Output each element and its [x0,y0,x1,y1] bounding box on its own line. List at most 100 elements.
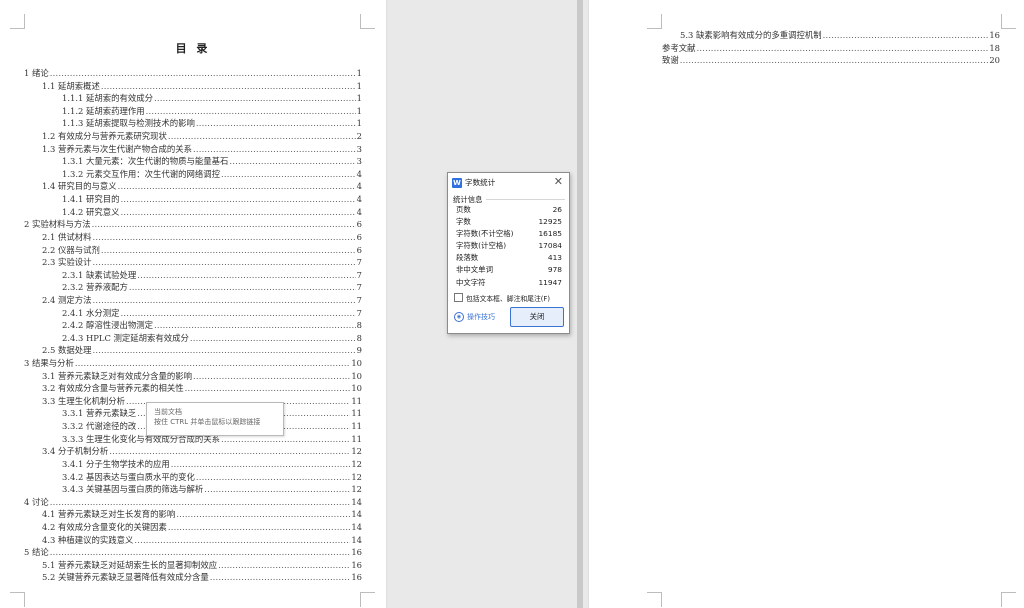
toc-entry-text: 3.2 有效成分含量与营养元素的相关性 [42,383,184,394]
crop-mark [10,14,25,29]
toc-entry[interactable]: 1.4.2 研究意义 4 [24,206,362,219]
toc-list-left: 1 绪论11.1 延胡索概述11.1.1 延胡索的有效成分11.1.2 延胡索药… [24,67,362,584]
toc-entry[interactable]: 1.3 营养元素与次生代谢产物合成的关系 3 [24,143,362,156]
toc-entry[interactable]: 3.4.1 分子生物学技术的应用 12 [24,458,362,471]
toc-entry-text: 1.1.1 延胡索的有效成分 [62,93,153,104]
toc-entry[interactable]: 2 实验材料与方法 6 [24,218,362,231]
toc-entry[interactable]: 1.1 延胡索概述 1 [24,80,362,93]
toc-entry[interactable]: 2.4.2 醇溶性浸出物测定 8 [24,319,362,332]
toc-entry[interactable]: 1.2 有效成分与营养元素研究现状 2 [24,130,362,143]
toc-entry-page: 12 [351,484,362,495]
toc-entry[interactable]: 1.3.1 大量元素：次生代谢的物质与能量基石 3 [24,155,362,168]
toc-entry-page: 6 [356,231,362,242]
toc-dot-leader [697,42,989,55]
toc-entry[interactable]: 3.1 营养元素缺乏对有效成分含量的影响 10 [24,370,362,383]
toc-entry[interactable]: 3.4 分子机制分析 12 [24,445,362,458]
toc-entry-text: 2.3.2 营养液配方 [62,282,128,293]
toc-entry[interactable]: 2.3.2 营养液配方 7 [24,281,362,294]
toc-entry-page: 16 [351,572,362,583]
toc-dot-leader [154,319,356,332]
toc-entry[interactable]: 4.3 种植建议的实践意义 14 [24,534,362,547]
toc-entry[interactable]: 3.2 有效成分含量与营养元素的相关性 10 [24,382,362,395]
toc-entry[interactable]: 2.4.3 HPLC 测定延胡索有效成分 8 [24,332,362,345]
toc-entry-page: 9 [356,345,362,356]
toc-entry[interactable]: 1.4 研究目的与意义 4 [24,180,362,193]
toc-dot-leader [168,130,356,143]
checkbox-icon[interactable] [454,293,463,303]
toc-entry-text: 5 结论 [24,547,49,558]
toc-entry[interactable]: 2.4.1 水分测定 7 [24,307,362,320]
toc-entry-page: 7 [356,307,362,318]
toc-entry-text: 4.2 有效成分含量变化的关键因素 [42,521,167,532]
toc-entry[interactable]: 5.3 缺素影响有效成分的多重调控机制 16 [662,29,1000,42]
toc-entry[interactable]: 1.4.1 研究目的 4 [24,193,362,206]
toc-entry-text: 3.4.3 关键基因与蛋白质的筛选与解析 [62,484,204,495]
toc-entry-text: 2.5 数据处理 [42,345,92,356]
toc-entry-page: 18 [989,42,1000,53]
toc-entry[interactable]: 3.4.2 基因表达与蛋白质水平的变化 12 [24,471,362,484]
toc-dot-leader [120,307,355,320]
toc-entry-page: 1 [356,105,362,116]
toc-entry-page: 14 [351,534,362,545]
toc-entry[interactable]: 1.1.2 延胡索药理作用 1 [24,105,362,118]
toc-entry-text: 3.3.1 营养元素缺乏 [62,408,137,419]
toc-entry[interactable]: 2.2 仪器与试剂 6 [24,244,362,257]
stat-label: 字数 [456,217,471,227]
dialog-titlebar[interactable]: W 字数统计 ✕ [448,173,569,192]
stat-label: 页数 [456,205,471,214]
toc-dot-leader [185,382,351,395]
toc-entry-page: 7 [356,269,362,280]
toc-entry-text: 1.4 研究目的与意义 [42,181,117,192]
toc-list-right: 5.3 缺素影响有效成分的多重调控机制 16 参考文献 18 致谢 20 [662,29,1000,67]
toc-entry-text: 3.4.1 分子生物学技术的应用 [62,458,170,469]
toc-entry-page: 16 [351,547,362,558]
toc-entry[interactable]: 3.4.3 关键基因与蛋白质的筛选与解析 12 [24,483,362,496]
toc-entry[interactable]: 4.2 有效成分含量变化的关键因素 14 [24,521,362,534]
toc-entry[interactable]: 5.2 关键营养元素缺乏显著降低有效成分含量 16 [24,571,362,584]
toc-entry[interactable]: 2.3 实验设计 7 [24,256,362,269]
checkbox-label: 包括文本框、脚注和尾注(F) [466,294,550,303]
toc-dot-leader [101,80,356,93]
toc-dot-leader [120,193,355,206]
include-textbox-checkbox[interactable]: 包括文本框、脚注和尾注(F) [448,289,569,303]
tooltip-line: 按住 CTRL 并单击鼠标以跟踪链接 [154,418,261,426]
wps-writer-icon: W [452,177,462,188]
toc-entry-page: 1 [356,118,362,129]
crop-mark [647,14,662,29]
toc-entry-text: 2 实验材料与方法 [24,219,91,230]
toc-entry[interactable]: 2.5 数据处理 9 [24,344,362,357]
tips-link[interactable]: ◉ 操作技巧 [454,311,495,322]
toc-entry[interactable]: 2.1 供试材料 6 [24,231,362,244]
toc-entry[interactable]: 5.1 营养元素缺乏对延胡索生长的显著抑制效应 16 [24,559,362,572]
toc-entry[interactable]: 参考文献 18 [662,42,1000,55]
toc-entry[interactable]: 1.1.1 延胡索的有效成分 1 [24,92,362,105]
word-count-dialog: W 字数统计 ✕ 统计信息 页数 26 字数 12925 字符数(不计空格) 16185 字… [447,172,570,334]
toc-entry[interactable]: 致谢 20 [662,54,1000,67]
toc-entry-text: 3.3.2 代谢途径的改 [62,421,137,432]
toc-entry[interactable]: 2.4 测定方法 7 [24,294,362,307]
close-icon[interactable]: ✕ [554,176,563,188]
toc-entry[interactable]: 2.3.1 缺素试验处理 7 [24,269,362,282]
toc-entry[interactable]: 4.1 营养元素缺乏对生长发育的影响 14 [24,508,362,521]
toc-dot-leader [168,521,350,534]
toc-entry-text: 2.1 供试材料 [42,231,92,242]
toc-entry-page: 7 [356,257,362,268]
stat-row: 段落数 413 [448,252,569,264]
toc-entry[interactable]: 1.1.3 延胡索提取与检测技术的影响 1 [24,117,362,130]
toc-dot-leader [129,281,356,294]
toc-entry[interactable]: 5 结论 16 [24,546,362,559]
toc-dot-leader [92,294,355,307]
toc-entry-page: 4 [356,181,362,192]
close-button[interactable]: 关闭 [510,306,564,327]
toc-entry[interactable]: 3 结果与分析 10 [24,357,362,370]
toc-dot-leader [204,483,350,496]
toc-entry-text: 4 讨论 [24,496,49,507]
stat-row: 字数 12925 [448,216,569,228]
toc-dot-leader [190,332,356,345]
toc-dot-leader [171,458,351,471]
stat-row: 页数 26 [448,204,569,216]
toc-entry[interactable]: 4 讨论 14 [24,496,362,509]
toc-entry-text: 1 绪论 [24,68,49,78]
toc-entry[interactable]: 1.3.2 元素交互作用：次生代谢的网络调控 4 [24,168,362,181]
toc-entry[interactable]: 1 绪论 1 [24,67,362,80]
